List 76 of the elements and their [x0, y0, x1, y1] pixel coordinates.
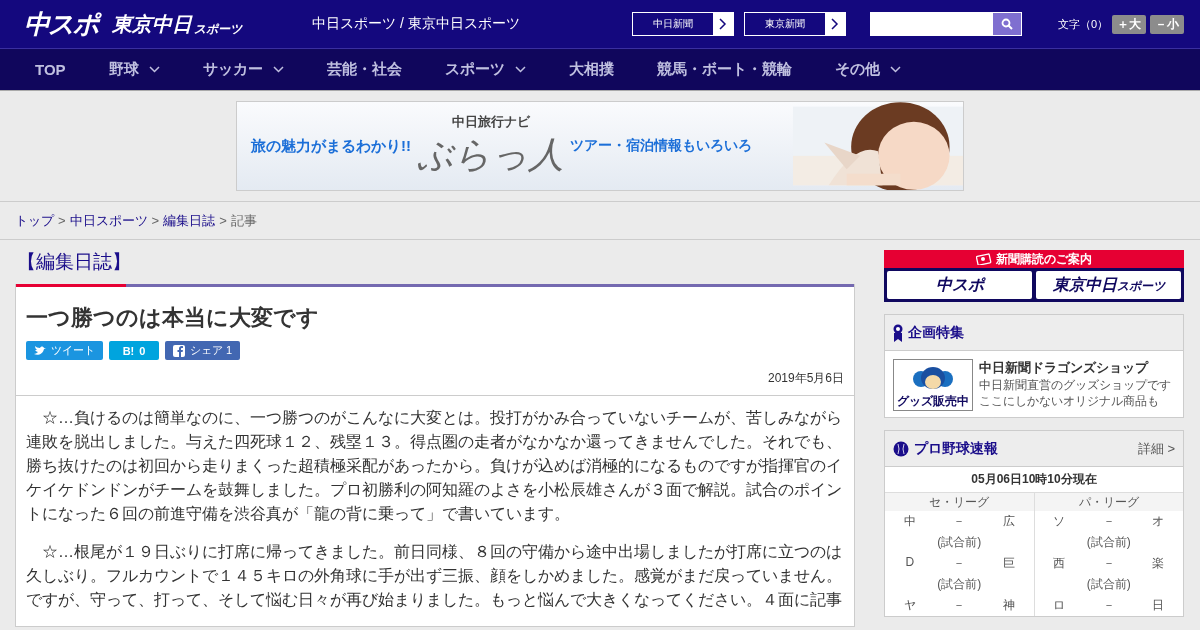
feature-link[interactable]: 中日新聞ドラゴンズショップ — [979, 359, 1171, 377]
subscribe-title: 新聞購読のご案内 — [996, 251, 1092, 268]
newspaper-logo[interactable]: 東京中日スポーツ — [1036, 271, 1181, 299]
article-date: 2019年5月6日 — [766, 370, 844, 387]
team-name: 西 — [1052, 555, 1067, 572]
feature-description: ここにしかないオリジナル商品も — [979, 393, 1160, 409]
game-status: (試合前) — [936, 534, 983, 551]
hatena-b-icon: B! — [122, 344, 135, 357]
team-name: 楽 — [1151, 555, 1166, 572]
nav-item[interactable]: 野球 — [108, 60, 160, 79]
team-name: 巨 — [1001, 555, 1016, 572]
facebook-icon — [173, 344, 185, 357]
breadcrumb-current: 記事 — [230, 211, 257, 230]
score: － — [952, 555, 967, 572]
team-name: ヤ — [902, 597, 917, 614]
bird-icon — [34, 345, 46, 356]
site-names: 中日スポーツ / 東京中日スポーツ — [312, 15, 521, 33]
banner-text: ツアー・宿泊情報もいろいろ — [570, 137, 752, 155]
nav-item[interactable]: TOP — [35, 61, 66, 78]
thumbnail-caption: グッズ販売中 — [897, 393, 969, 410]
section-title[interactable]: 【編集日誌】 — [15, 250, 855, 284]
banner-brand: ぶらっ人 — [417, 133, 564, 177]
league-name: セ・リーグ — [885, 493, 1034, 511]
newspaper-link[interactable]: 中日新聞 — [632, 12, 734, 36]
nav-item[interactable]: 大相撲 — [568, 60, 614, 79]
panel-title: 企画特集 — [908, 323, 965, 342]
team-name: 神 — [1001, 597, 1016, 614]
game-status: (試合前) — [1085, 576, 1132, 593]
breadcrumb-link[interactable]: 編集日誌 — [163, 211, 216, 230]
ribbon-icon — [893, 323, 903, 342]
feature-description: 中日新聞直営のグッズショップです — [979, 377, 1171, 393]
nav-item[interactable]: 競馬・ボート・競輪 — [656, 60, 792, 79]
search-icon — [1001, 18, 1013, 30]
separator: > — [219, 213, 227, 228]
team-name: オ — [1151, 513, 1166, 530]
team-name: 広 — [1001, 513, 1016, 530]
game-status: (試合前) — [936, 576, 983, 593]
subscribe-panel[interactable]: 新聞購読のご案内 中スポ 東京中日スポーツ — [884, 250, 1184, 302]
breadcrumb-link[interactable]: 中日スポーツ — [69, 211, 148, 230]
article-paragraph: ☆…根尾が１９日ぶりに打席に帰ってきました。前日同様、８回の守備から途中出場しましたが打席に立つのは久しぶり。フルカウントで１４５キロの外角球に手が出ず三振、顔をしかめました。感覚がまだ戻っていません。ですが、守って、打って、そして悩む日々が再び始まりました。もっと悩んで大きくなってください。４面に記事 — [26, 542, 843, 610]
banner-text: 旅の魅力がまるわかり!! — [251, 136, 411, 156]
search-field[interactable] — [870, 12, 992, 36]
team-name: 中 — [902, 513, 917, 530]
separator: > — [151, 213, 160, 228]
details-link[interactable]: 詳細 > — [1137, 439, 1175, 458]
breadcrumb-link[interactable]: トップ — [15, 211, 54, 230]
newspaper-icon — [976, 253, 992, 265]
search-button[interactable] — [992, 12, 1022, 36]
article-paragraph: ☆…負けるのは簡単なのに、一つ勝つのがこんなに大変とは。投打がかみ合っていないチームが、苦しみながら連敗を脱出しました。与えた四死球１２、残塁１３。得点圏の走者がなかなか還ってきませんでした。それでも、勝ち抜けたのは初回から走りまくった超積極采配があったから。負けが込めば消極的になるものですが指揮官のイケイケドンドンがチームを鼓舞しました。プロ初勝利の阿知羅のよさを小松辰雄さんが３面で解説。試合のポイントになった６回の前進守備を渋谷真が「龍の背に乗って」で書いています。 — [26, 408, 843, 524]
nav-item[interactable]: サッカー — [202, 60, 284, 79]
score: － — [1101, 597, 1116, 614]
separator: > — [58, 213, 66, 228]
nav-item[interactable]: 芸能・社会 — [326, 60, 402, 79]
mascot-thumbnail[interactable]: グッズ販売中 — [893, 359, 973, 411]
chevron-icon — [831, 18, 839, 30]
panel-title: プロ野球速報 — [914, 439, 999, 458]
score: － — [952, 513, 967, 530]
game-status: (試合前) — [1085, 534, 1132, 551]
font-size-label: 文字（0） — [1058, 16, 1109, 32]
score: － — [1101, 513, 1116, 530]
article-title: 一つ勝つのは本当に大変です — [26, 304, 320, 332]
team-name: D — [904, 555, 916, 571]
newspaper-link[interactable]: 東京新聞 — [744, 12, 846, 36]
share-button[interactable]: シェア 1 — [165, 341, 241, 360]
score: － — [952, 597, 967, 614]
chevron-icon — [719, 18, 727, 30]
team-name: 日 — [1151, 597, 1166, 614]
nav-item[interactable]: その他 — [834, 60, 901, 79]
nav-item[interactable]: スポーツ — [444, 60, 526, 79]
banner-text: 中日旅行ナビ — [451, 113, 530, 131]
baseball-icon — [893, 440, 909, 457]
league-name: パ・リーグ — [1034, 493, 1183, 511]
team-name: ロ — [1052, 597, 1067, 614]
score: － — [1101, 555, 1116, 572]
team-name: ソ — [1052, 513, 1067, 530]
newspaper-logo[interactable]: 中スポ — [887, 271, 1032, 299]
